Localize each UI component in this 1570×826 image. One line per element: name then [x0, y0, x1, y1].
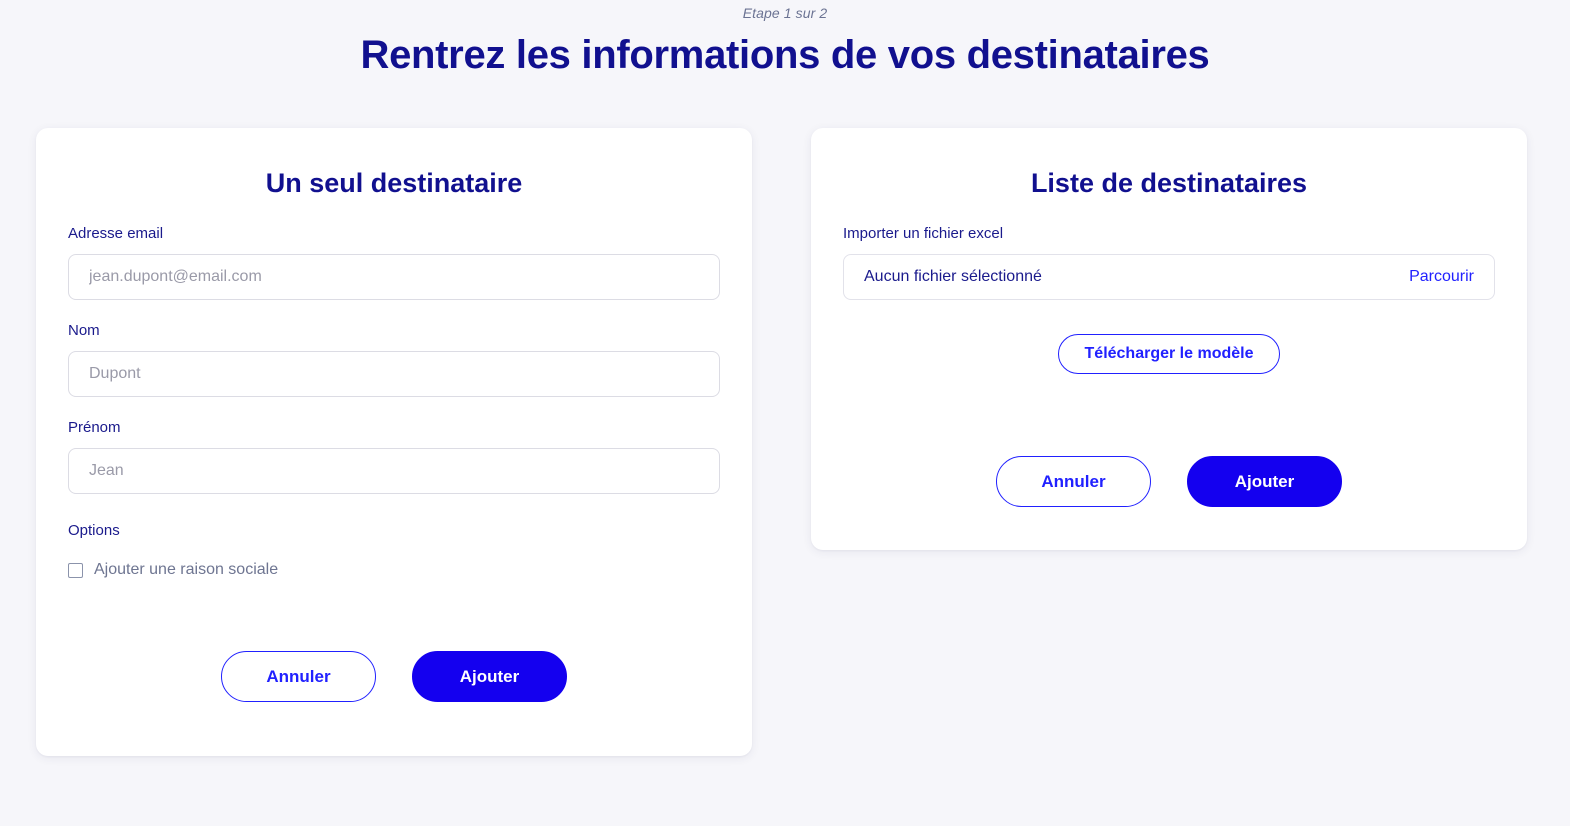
- selected-file-name: Aucun fichier sélectionné: [864, 268, 1042, 285]
- list-add-button[interactable]: Ajouter: [1187, 456, 1342, 507]
- cards-row: Un seul destinataire Adresse email Nom P…: [0, 128, 1570, 756]
- firstname-label: Prénom: [68, 419, 121, 436]
- page-root: Etape 1 sur 2 Rentrez les informations d…: [0, 0, 1570, 826]
- recipient-list-card: Liste de destinataires Importer un fichi…: [811, 128, 1527, 550]
- single-recipient-card-title: Un seul destinataire: [265, 168, 523, 198]
- company-name-checkbox-row[interactable]: Ajouter une raison sociale: [68, 561, 720, 579]
- email-field-group: Adresse email: [68, 225, 720, 300]
- single-recipient-actions: Annuler Ajouter: [68, 651, 720, 702]
- firstname-input[interactable]: [68, 448, 720, 494]
- list-cancel-button[interactable]: Annuler: [996, 456, 1151, 507]
- browse-button[interactable]: Parcourir: [1409, 268, 1474, 286]
- email-input[interactable]: [68, 254, 720, 300]
- recipient-list-actions: Annuler Ajouter: [843, 456, 1495, 507]
- email-label: Adresse email: [68, 225, 164, 242]
- single-cancel-button[interactable]: Annuler: [221, 651, 376, 702]
- single-add-button[interactable]: Ajouter: [412, 651, 567, 702]
- lastname-field-group: Nom: [68, 322, 720, 397]
- recipient-list-card-title: Liste de destinataires: [1030, 168, 1308, 198]
- firstname-field-group: Prénom: [68, 419, 720, 494]
- checkbox-unchecked-icon[interactable]: [68, 562, 83, 578]
- step-indicator: Etape 1 sur 2: [742, 5, 828, 21]
- lastname-input[interactable]: [68, 351, 720, 397]
- import-file-group: Importer un fichier excel Aucun fichier …: [843, 225, 1495, 300]
- download-template-button[interactable]: Télécharger le modèle: [1057, 334, 1281, 374]
- single-recipient-card: Un seul destinataire Adresse email Nom P…: [36, 128, 752, 756]
- template-download-row: Télécharger le modèle: [843, 334, 1495, 374]
- lastname-label: Nom: [68, 322, 100, 339]
- company-name-checkbox-label: Ajouter une raison sociale: [94, 561, 279, 578]
- page-title: Rentrez les informations de vos destinat…: [360, 33, 1210, 77]
- options-label: Options: [68, 522, 120, 539]
- import-file-label: Importer un fichier excel: [843, 225, 1004, 242]
- file-picker[interactable]: Aucun fichier sélectionné Parcourir: [843, 254, 1495, 300]
